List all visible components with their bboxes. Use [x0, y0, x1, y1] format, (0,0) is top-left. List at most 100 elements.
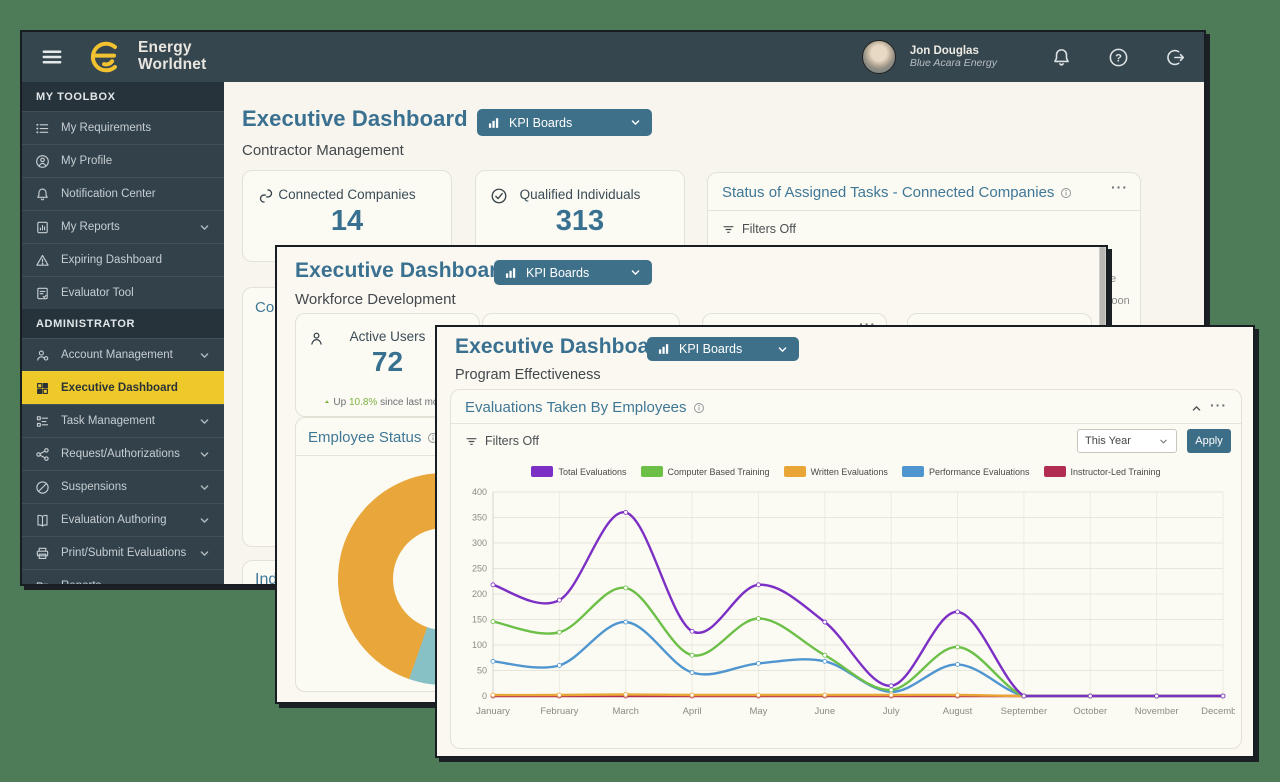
chevron-down-icon — [776, 343, 789, 356]
sidebar-item-my-reports[interactable]: My Reports — [22, 210, 224, 243]
chevron-down-icon — [198, 221, 211, 234]
sidebar-item-evaluation-authoring[interactable]: Evaluation Authoring — [22, 503, 224, 536]
legend-item-instructor-led-training: Instructor-Led Training — [1044, 466, 1161, 477]
sidebar-item-label: Notification Center — [61, 188, 156, 200]
check-circle-icon — [490, 187, 508, 205]
folder-reports-icon — [35, 579, 50, 587]
chevron-down-icon — [198, 415, 211, 428]
svg-text:October: October — [1073, 706, 1107, 717]
sidebar-item-reports[interactable]: Reports — [22, 569, 224, 586]
sidebar-item-evaluator-tool[interactable]: Evaluator Tool — [22, 276, 224, 309]
help-icon[interactable]: ? — [1108, 47, 1129, 68]
chevron-down-icon — [629, 266, 642, 279]
page-subtitle: Workforce Development — [295, 291, 456, 308]
warning-triangle-icon — [35, 253, 50, 268]
sidebar-item-print-submit-evaluations[interactable]: Print/Submit Evaluations — [22, 536, 224, 569]
logout-icon[interactable] — [1165, 47, 1186, 68]
svg-text:350: 350 — [472, 513, 487, 523]
svg-text:July: July — [883, 706, 900, 717]
legend-swatch — [902, 466, 924, 477]
sidebar-item-label: Evaluator Tool — [61, 287, 134, 299]
filters-off-label: Filters Off — [742, 222, 796, 236]
task-management-icon — [35, 414, 50, 429]
sidebar-item-label: Print/Submit Evaluations — [61, 547, 186, 559]
kpi-bars-icon — [657, 342, 671, 356]
user-avatar[interactable] — [862, 40, 896, 74]
sidebar-item-task-management[interactable]: Task Management — [22, 404, 224, 437]
suspension-icon — [35, 480, 50, 495]
svg-text:December: December — [1201, 706, 1235, 717]
sidebar-item-account-management[interactable]: Account Management — [22, 338, 224, 371]
info-icon[interactable] — [693, 402, 705, 414]
kpi-boards-dropdown[interactable]: KPI Boards — [494, 260, 652, 285]
kpi-boards-label: KPI Boards — [679, 342, 742, 356]
ellipsis-menu-icon[interactable]: ··· — [1210, 397, 1227, 413]
trend-prefix: Up — [333, 397, 346, 408]
legend-swatch — [784, 466, 806, 477]
sidebar-item-my-profile[interactable]: My Profile — [22, 144, 224, 177]
sidebar-item-notification-center[interactable]: Notification Center — [22, 177, 224, 210]
evaluator-doc-icon — [35, 286, 50, 301]
brand-line2: Worldnet — [138, 57, 206, 74]
svg-text:?: ? — [1115, 52, 1122, 64]
sidebar-item-label: My Reports — [61, 221, 120, 233]
svg-text:August: August — [943, 706, 973, 717]
card-title-row: Evaluations Taken By Employees — [465, 399, 705, 416]
reports-doc-icon — [35, 220, 50, 235]
kpi-bars-icon — [487, 116, 501, 130]
chevron-down-icon — [629, 116, 642, 129]
svg-text:250: 250 — [472, 564, 487, 574]
apply-button[interactable]: Apply — [1187, 429, 1231, 453]
profile-icon — [35, 154, 50, 169]
chevron-down-icon — [198, 547, 211, 560]
kpi-boards-dropdown[interactable]: KPI Boards — [477, 109, 652, 136]
svg-text:March: March — [613, 706, 639, 717]
year-filter-select[interactable]: This Year — [1077, 429, 1177, 453]
account-management-icon — [35, 348, 50, 363]
app-header: Energy Worldnet Jon Douglas Blue Acara E… — [22, 32, 1204, 82]
collapse-icon[interactable] — [1190, 402, 1203, 415]
user-name: Jon Douglas — [910, 45, 997, 57]
legend-item-written-evaluations: Written Evaluations — [784, 466, 888, 477]
chevron-down-icon — [198, 349, 211, 362]
sidebar-item-suspensions[interactable]: Suspensions — [22, 470, 224, 503]
info-icon[interactable] — [1060, 187, 1072, 199]
sidebar-item-label: Suspensions — [61, 481, 127, 493]
sidebar-item-expiring-dashboard[interactable]: Expiring Dashboard — [22, 243, 224, 276]
sidebar-item-label: Task Management — [61, 415, 155, 427]
evaluations-card: Evaluations Taken By Employees ··· Filte… — [450, 389, 1242, 749]
kpi-value: 313 — [476, 205, 684, 238]
filters-off-label: Filters Off — [485, 434, 539, 448]
hamburger-menu-icon[interactable] — [40, 45, 64, 69]
sidebar-item-request-authorizations[interactable]: Request/Authorizations — [22, 437, 224, 470]
filters-off[interactable]: Filters Off — [465, 434, 539, 448]
chevron-down-icon — [198, 481, 211, 494]
page-title: Executive Dashboard — [455, 335, 670, 359]
legend-label: Written Evaluations — [811, 467, 888, 477]
share-network-icon — [35, 447, 50, 462]
svg-text:April: April — [683, 706, 702, 717]
sidebar-item-label: Account Management — [61, 349, 173, 361]
employee-status-title: Employee Status — [308, 429, 421, 446]
evaluations-line-chart: 050100150200250300350400JanuaryFebruaryM… — [459, 486, 1235, 720]
svg-text:300: 300 — [472, 538, 487, 548]
book-icon — [35, 513, 50, 528]
card-title-row: Status of Assigned Tasks - Connected Com… — [722, 184, 1072, 201]
svg-text:0: 0 — [482, 691, 487, 701]
filter-icon — [722, 223, 735, 236]
sidebar-section-title: MY TOOLBOX — [22, 82, 224, 111]
chart-legend: Total EvaluationsComputer Based Training… — [451, 466, 1241, 477]
dashboard-grid-icon — [35, 381, 50, 396]
brand-line1: Energy — [138, 40, 206, 57]
sidebar-item-my-requirements[interactable]: My Requirements — [22, 111, 224, 144]
filters-off[interactable]: Filters Off — [722, 222, 796, 236]
person-icon — [308, 330, 325, 347]
kpi-value: 14 — [243, 205, 451, 238]
ellipsis-menu-icon[interactable]: ··· — [1111, 179, 1128, 195]
svg-text:February: February — [540, 706, 578, 717]
page-title: Executive Dashboard — [295, 259, 510, 283]
svg-text:150: 150 — [472, 615, 487, 625]
sidebar-item-executive-dashboard[interactable]: Executive Dashboard — [22, 371, 224, 404]
kpi-boards-dropdown[interactable]: KPI Boards — [647, 337, 799, 361]
notifications-bell-icon[interactable] — [1051, 47, 1072, 68]
